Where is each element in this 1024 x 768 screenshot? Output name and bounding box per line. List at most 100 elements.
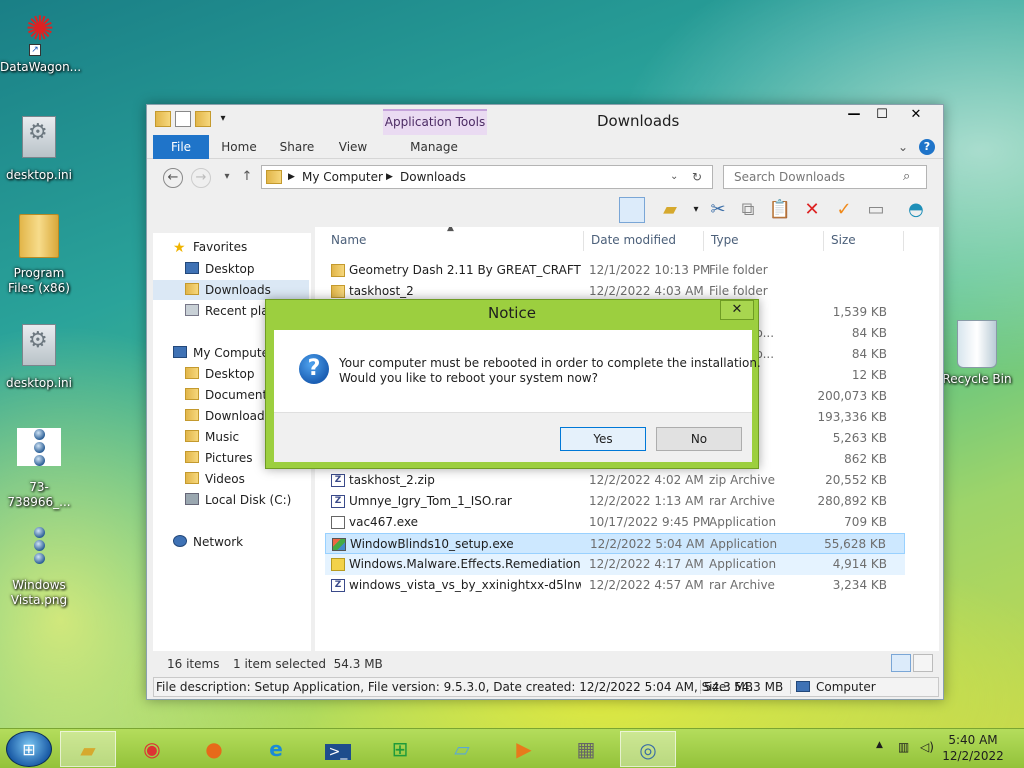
- file-row[interactable]: Windows.Malware.Effects.Remediation.T...…: [325, 554, 905, 575]
- nav-documents[interactable]: Documents: [185, 385, 273, 405]
- properties-icon[interactable]: [175, 111, 191, 127]
- nav-fav-downloads[interactable]: Downloads: [153, 280, 309, 300]
- desktop-icon-program-files[interactable]: Program Files (x86): [0, 214, 78, 296]
- desktop-icon-recycle-bin[interactable]: Recycle Bin: [938, 320, 1016, 387]
- desktop-icon-datawagon[interactable]: ✺ ↗ DataWagon...: [0, 8, 81, 75]
- column-header-name[interactable]: Name: [331, 227, 366, 253]
- refresh-icon[interactable]: ↻: [692, 166, 702, 188]
- taskbar-media-player[interactable]: ▶: [496, 731, 552, 767]
- file-type: File folder: [709, 263, 768, 277]
- up-button[interactable]: ↑: [237, 168, 257, 188]
- nav-fav-recent[interactable]: Recent plac: [185, 301, 275, 321]
- desktop-icon-desktop-ini-1[interactable]: desktop.ini: [0, 116, 78, 183]
- tab-share[interactable]: Share: [275, 135, 319, 159]
- tab-file[interactable]: File: [153, 135, 209, 159]
- dialog-close-button[interactable]: ✕: [720, 300, 754, 320]
- back-button[interactable]: ←: [163, 168, 183, 188]
- desktop-icon-windows-vista-png[interactable]: Windows Vista.png: [0, 526, 78, 608]
- title-bar[interactable]: ▾ Application Tools Downloads — ☐ ✕: [147, 105, 943, 135]
- taskbar-file-explorer[interactable]: ▰: [60, 731, 116, 767]
- application-tools-context-tab: Application Tools: [383, 109, 487, 135]
- datawagon-icon: ✺ ↗: [25, 9, 55, 56]
- nav-music[interactable]: Music: [185, 427, 239, 447]
- desktop-icon-label: desktop.ini: [6, 376, 72, 390]
- no-button[interactable]: No: [656, 427, 742, 451]
- taskbar-internet-explorer[interactable]: e: [248, 731, 304, 767]
- maximize-button[interactable]: ☐: [867, 105, 897, 127]
- cut-icon[interactable]: ✂: [705, 197, 731, 223]
- file-date: 12/2/2022 4:02 AM: [589, 473, 704, 487]
- volume-icon[interactable]: ◁): [920, 740, 934, 754]
- large-icons-view-button[interactable]: [913, 654, 933, 672]
- tab-home[interactable]: Home: [217, 135, 261, 159]
- nav-desktop[interactable]: Desktop: [185, 364, 255, 384]
- nav-favorites[interactable]: ★ Favorites: [173, 237, 247, 257]
- column-divider[interactable]: [823, 231, 824, 251]
- file-row[interactable]: Geometry Dash 2.11 By GREAT_CRAFTER 12/1/…: [325, 260, 905, 281]
- recent-locations-button[interactable]: ▾: [217, 168, 237, 188]
- file-row[interactable]: Ztaskhost_2.zip 12/2/2022 4:02 AM zip Arch…: [325, 470, 905, 491]
- nav-my-computer[interactable]: My Compute: [173, 343, 269, 363]
- close-button[interactable]: ✕: [901, 105, 931, 127]
- column-divider[interactable]: [703, 231, 704, 251]
- help-button[interactable]: ?: [919, 139, 935, 155]
- desktop-icon-image-73[interactable]: 73-738966_...: [0, 428, 78, 510]
- paste-icon[interactable]: 📋: [767, 197, 793, 223]
- taskbar-clock[interactable]: 5:40 AM 12/2/2022: [940, 732, 1006, 764]
- yes-button[interactable]: Yes: [560, 427, 646, 451]
- nav-pictures[interactable]: Pictures: [185, 448, 253, 468]
- rename-check-icon[interactable]: ✓: [831, 197, 857, 223]
- nav-fav-desktop[interactable]: Desktop: [185, 259, 255, 279]
- expand-ribbon-icon[interactable]: ⌄: [895, 135, 911, 159]
- column-divider[interactable]: [583, 231, 584, 251]
- taskbar-notes[interactable]: ▱: [434, 731, 490, 767]
- desktop-icon-desktop-ini-2[interactable]: desktop.ini: [0, 324, 78, 391]
- preview-pane-icon[interactable]: [619, 197, 645, 223]
- breadcrumb-my-computer[interactable]: My Computer: [302, 166, 383, 188]
- minimize-button[interactable]: —: [839, 105, 869, 127]
- forward-button[interactable]: →: [191, 168, 211, 188]
- column-divider[interactable]: [903, 231, 904, 251]
- taskbar-store[interactable]: ⊞: [372, 731, 428, 767]
- file-row[interactable]: WindowBlinds10_setup.exe 12/2/2022 5:04 A…: [325, 533, 905, 554]
- dialog-message: Your computer must be rebooted in order …: [339, 356, 761, 386]
- folder-icon[interactable]: [155, 111, 171, 127]
- delete-icon[interactable]: ✕: [799, 197, 825, 223]
- new-folder-icon[interactable]: [195, 111, 211, 127]
- properties-icon[interactable]: ▭: [863, 197, 889, 223]
- nav-videos[interactable]: Videos: [185, 469, 245, 489]
- file-row[interactable]: Z Umnye_Igry_Tom_1_ISO.rar 12/2/2022 1:13 …: [325, 491, 905, 512]
- chevron-right-icon[interactable]: ▶: [288, 166, 295, 188]
- desktop-icon-label: desktop.ini: [6, 168, 72, 182]
- shell-icon[interactable]: ◓: [903, 197, 929, 223]
- start-button[interactable]: ⊞: [6, 731, 52, 767]
- address-bar[interactable]: ▶ My Computer ▶ Downloads ⌄ ↻: [261, 165, 713, 189]
- nav-network[interactable]: Network: [173, 532, 243, 552]
- nav-downloads[interactable]: Downloads: [185, 406, 271, 426]
- breadcrumb-downloads[interactable]: Downloads: [400, 166, 466, 188]
- folder-options-icon[interactable]: ▰: [657, 197, 683, 223]
- column-header-type[interactable]: Type: [711, 227, 739, 253]
- chevron-right-icon[interactable]: ▶: [386, 166, 393, 188]
- taskbar-chrome[interactable]: ◉: [124, 731, 180, 767]
- tab-manage[interactable]: Manage: [403, 135, 465, 159]
- file-row[interactable]: vac467.exe 10/17/2022 9:45 PM Application 7…: [325, 512, 905, 533]
- search-input[interactable]: Search Downloads: [723, 165, 927, 189]
- file-row[interactable]: Zwindows_vista_vs_by_xxinightxx-d5lnwve.…: [325, 575, 905, 596]
- taskbar-setup[interactable]: ◎: [620, 731, 676, 767]
- taskbar-powershell[interactable]: >_: [310, 731, 366, 767]
- chevron-down-icon[interactable]: ⌄: [670, 166, 678, 188]
- show-hidden-icons[interactable]: ▲: [876, 740, 883, 750]
- nav-local-disk[interactable]: Local Disk (C:): [185, 490, 291, 510]
- chevron-down-icon[interactable]: ▾: [215, 111, 231, 127]
- search-icon[interactable]: ⌕: [903, 169, 910, 184]
- taskbar-firefox[interactable]: ●: [186, 731, 242, 767]
- copy-icon[interactable]: ⧉: [735, 197, 761, 223]
- column-header-size[interactable]: Size: [831, 227, 856, 253]
- details-view-button[interactable]: [891, 654, 911, 672]
- tab-view[interactable]: View: [333, 135, 373, 159]
- network-tray-icon[interactable]: ▥: [898, 740, 909, 754]
- column-header-date[interactable]: Date modified: [591, 227, 676, 253]
- taskbar-calculator[interactable]: ▦: [558, 731, 614, 767]
- location-label: Computer: [816, 680, 876, 694]
